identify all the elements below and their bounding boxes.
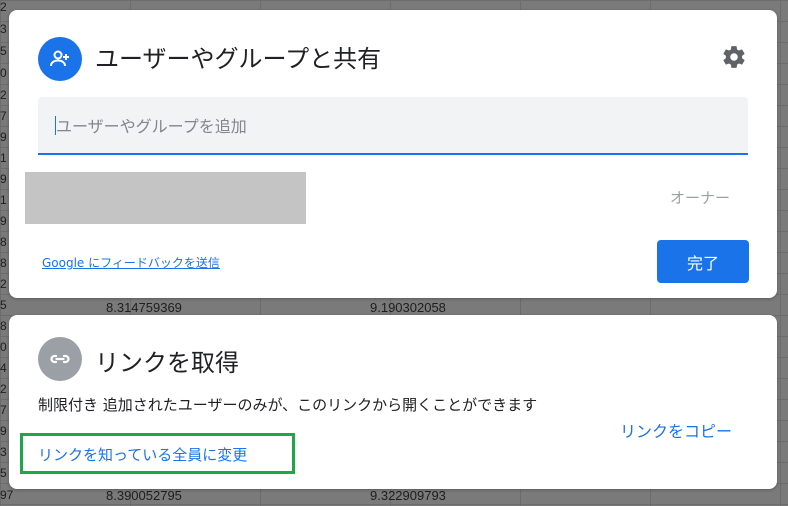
dialog-title: ユーザーやグループと共有 xyxy=(95,45,382,73)
link-access-description: 制限付き 追加されたユーザーのみが、このリンクから開くことができます xyxy=(38,396,538,414)
cell-value: 8.314759369 xyxy=(106,300,182,315)
add-person-icon xyxy=(38,37,82,81)
add-people-field[interactable] xyxy=(38,97,748,155)
share-dialog: ユーザーやグループと共有 オーナー Google にフィードバックを送信 完了 xyxy=(9,10,777,298)
cell-value: 9.322909793 xyxy=(370,488,446,503)
done-button[interactable]: 完了 xyxy=(657,240,749,283)
gear-icon[interactable] xyxy=(718,41,750,73)
add-people-input[interactable] xyxy=(54,111,738,141)
cell-value: 9.190302058 xyxy=(370,300,446,315)
row-number: 5 xyxy=(0,298,7,312)
cell-value: 8.390052795 xyxy=(106,488,182,503)
dialog-title: リンクを取得 xyxy=(95,349,239,377)
redacted-owner-info xyxy=(25,172,306,224)
link-icon xyxy=(38,337,82,381)
copy-link-button[interactable]: リンクをコピー xyxy=(620,418,732,442)
row-number: 97 xyxy=(0,488,14,502)
highlight-annotation xyxy=(20,433,295,474)
send-feedback-link[interactable]: Google にフィードバックを送信 xyxy=(42,254,220,271)
owner-role-label: オーナー xyxy=(670,189,731,207)
